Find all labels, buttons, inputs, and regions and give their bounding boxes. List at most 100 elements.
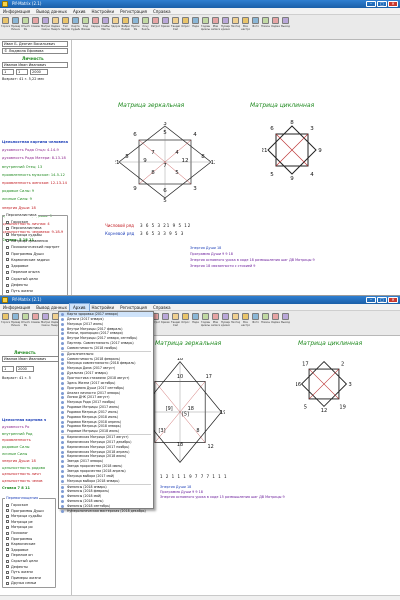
maximize-button[interactable]: □ xyxy=(377,1,387,7)
option-checkbox[interactable]: Матрица ро xyxy=(6,525,33,529)
option-checkbox[interactable]: Путь жизни xyxy=(6,289,33,293)
toolbar-button[interactable]: Гороскоп xyxy=(1,312,10,335)
menu-registration[interactable]: Регистрация xyxy=(117,8,150,15)
option-checkbox[interactable]: Скрытый цели xyxy=(6,277,38,281)
toolbar-button[interactable]: Все настройки xyxy=(241,312,250,335)
toolbar-button[interactable]: Помощь xyxy=(261,16,270,39)
option-checkbox[interactable]: Программы Души xyxy=(6,252,44,256)
toolbar-button[interactable]: Слабые Места xyxy=(101,16,110,39)
option-checkbox[interactable]: Гороскоп xyxy=(6,503,28,507)
option-checkbox[interactable]: Персоналистика xyxy=(6,226,42,230)
toolbar-button[interactable]: Код Жизни xyxy=(81,16,90,39)
option-checkbox[interactable]: Путь жизни xyxy=(6,570,33,574)
option-checkbox[interactable]: Психологический портрет xyxy=(6,245,60,249)
option-checkbox[interactable]: Матрица судьбы xyxy=(6,233,42,237)
toolbar-button[interactable]: Тип Человека xyxy=(61,16,70,39)
menu-registration[interactable]: Регистрация xyxy=(117,304,150,311)
toolbar-button[interactable]: Эзотерика xyxy=(231,312,240,335)
toolbar-button[interactable]: Прогноз Ум xyxy=(131,16,140,39)
toolbar-button[interactable]: Кризисы xyxy=(161,16,170,39)
menu-settings[interactable]: Настройки xyxy=(89,304,118,311)
option-checkbox[interactable]: Кармические xyxy=(6,542,35,546)
option-checkbox[interactable]: Кармические задачи xyxy=(6,258,49,262)
toolbar-button[interactable]: Пара xyxy=(191,16,200,39)
toolbar-button[interactable]: Ретроград xyxy=(151,16,160,39)
toolbar-button[interactable]: Матрица Сезон xyxy=(41,16,50,39)
option-checkbox[interactable]: Друзья семьи xyxy=(6,581,36,585)
toolbar-button[interactable]: Нумеролог кризисы xyxy=(221,312,230,335)
toolbar-button[interactable]: Карма xyxy=(271,16,280,39)
archive-menu-item[interactable]: Матрица выбора (2018 январь) xyxy=(59,479,153,484)
toolbar-button[interactable]: Отнять Ум xyxy=(21,312,30,335)
option-checkbox[interactable]: Перелом опыта xyxy=(6,270,40,274)
option-checkbox[interactable]: Дефекты xyxy=(6,283,28,287)
year-input[interactable]: 2000 xyxy=(16,366,34,372)
toolbar-button[interactable]: Проверить Личность xyxy=(11,16,20,39)
toolbar-button[interactable]: Матрица Сезон xyxy=(41,312,50,335)
toolbar-button[interactable]: Здоровье xyxy=(111,16,120,39)
toolbar-button[interactable]: Гороскоп xyxy=(1,16,10,39)
toolbar-button[interactable]: Мои записи xyxy=(211,312,220,335)
option-checkbox[interactable]: Матрица ре xyxy=(6,520,33,524)
toolbar-button[interactable]: Совместимость xyxy=(31,312,40,335)
archive-menu-item[interactable]: Нумерологическая мастерская (2018 декабр… xyxy=(59,509,153,514)
day-input[interactable]: 1 xyxy=(2,69,14,75)
option-checkbox[interactable]: Гороскоп xyxy=(6,220,28,224)
toolbar-button[interactable]: Карта Судьбы xyxy=(71,16,80,39)
toolbar-button[interactable]: Опрос xyxy=(181,312,190,335)
name-input[interactable]: Иванов Иван Иванович xyxy=(2,62,68,68)
option-checkbox[interactable]: Программы Души xyxy=(6,509,44,513)
toolbar-button[interactable]: Фабрика Ролей xyxy=(121,16,130,39)
day-input[interactable]: 1 xyxy=(2,366,14,372)
toolbar-button[interactable]: Карма Энергии xyxy=(51,16,60,39)
menu-help[interactable]: Справка xyxy=(150,304,174,311)
close-button[interactable]: ✕ xyxy=(388,297,398,303)
toolbar-button[interactable]: Годовые Циклы xyxy=(201,312,210,335)
toolbar-button[interactable]: Выход xyxy=(281,312,290,335)
menu-output[interactable]: Вывод данных xyxy=(33,8,70,15)
option-checkbox[interactable]: Программы xyxy=(6,537,32,541)
option-checkbox[interactable]: Перелом оп xyxy=(6,553,33,557)
toolbar-button[interactable]: Выход xyxy=(281,16,290,39)
toolbar-button[interactable]: Сердце xyxy=(91,16,100,39)
toolbar-button[interactable]: Пара xyxy=(191,312,200,335)
toolbar-button[interactable]: Помощь xyxy=(261,312,270,335)
option-checkbox[interactable]: Матрица судьбы xyxy=(6,514,42,518)
toolbar-button[interactable]: Фото xyxy=(251,16,260,39)
minimize-button[interactable]: – xyxy=(366,1,376,7)
year-input[interactable]: 2000 xyxy=(30,69,48,75)
toolbar-button[interactable]: Совместимость xyxy=(31,16,40,39)
option-checkbox[interactable]: Матрица сравнения xyxy=(6,239,48,243)
toolbar-button[interactable]: Тандем Сил xyxy=(171,312,180,335)
toolbar-button[interactable]: Годовые Циклы xyxy=(201,16,210,39)
option-checkbox[interactable]: Скрытый цели xyxy=(6,559,38,563)
option-checkbox[interactable]: Здоровье xyxy=(6,548,28,552)
toolbar-button[interactable]: Опрос xyxy=(181,16,190,39)
toolbar-button[interactable]: Фото xyxy=(251,312,260,335)
maximize-button[interactable]: □ xyxy=(377,297,387,303)
toolbar-button[interactable]: Отнять Ум xyxy=(21,16,30,39)
month-input[interactable]: 1 xyxy=(16,69,28,75)
menu-archive[interactable]: Архив xyxy=(70,8,89,15)
toolbar-button[interactable]: Хочу Знать xyxy=(141,16,150,39)
option-checkbox[interactable]: Дефекты xyxy=(6,565,28,569)
minimize-button[interactable]: – xyxy=(366,297,376,303)
toolbar-button[interactable]: Проверить Личность xyxy=(11,312,20,335)
menu-settings[interactable]: Настройки xyxy=(89,8,118,15)
toolbar-button[interactable]: Нумеролог кризисы xyxy=(221,16,230,39)
toolbar-button[interactable]: Кризисы xyxy=(161,312,170,335)
menu-info[interactable]: Информация xyxy=(0,304,33,311)
toolbar-button[interactable]: Карма xyxy=(271,312,280,335)
menu-help[interactable]: Справка xyxy=(150,8,174,15)
close-button[interactable]: ✕ xyxy=(388,1,398,7)
header-field-a[interactable]: Иван Б. Деятин Васильевич xyxy=(2,41,68,47)
header-field-b[interactable]: © Людмила Ефимова xyxy=(2,48,68,54)
menu-archive[interactable]: Архив xyxy=(68,303,90,312)
toolbar-button[interactable]: Мои записи xyxy=(211,16,220,39)
option-checkbox[interactable]: Психолог xyxy=(6,531,28,535)
toolbar-button[interactable]: Тандем Сил xyxy=(171,16,180,39)
menu-info[interactable]: Информация xyxy=(0,8,33,15)
archive-menu-item[interactable]: Совместимость (2018 ноябрь) xyxy=(59,346,153,351)
option-checkbox[interactable]: Примеры жизни xyxy=(6,576,41,580)
archive-menu-item[interactable]: Родовые Матрицы (2018 июль) xyxy=(59,429,153,434)
